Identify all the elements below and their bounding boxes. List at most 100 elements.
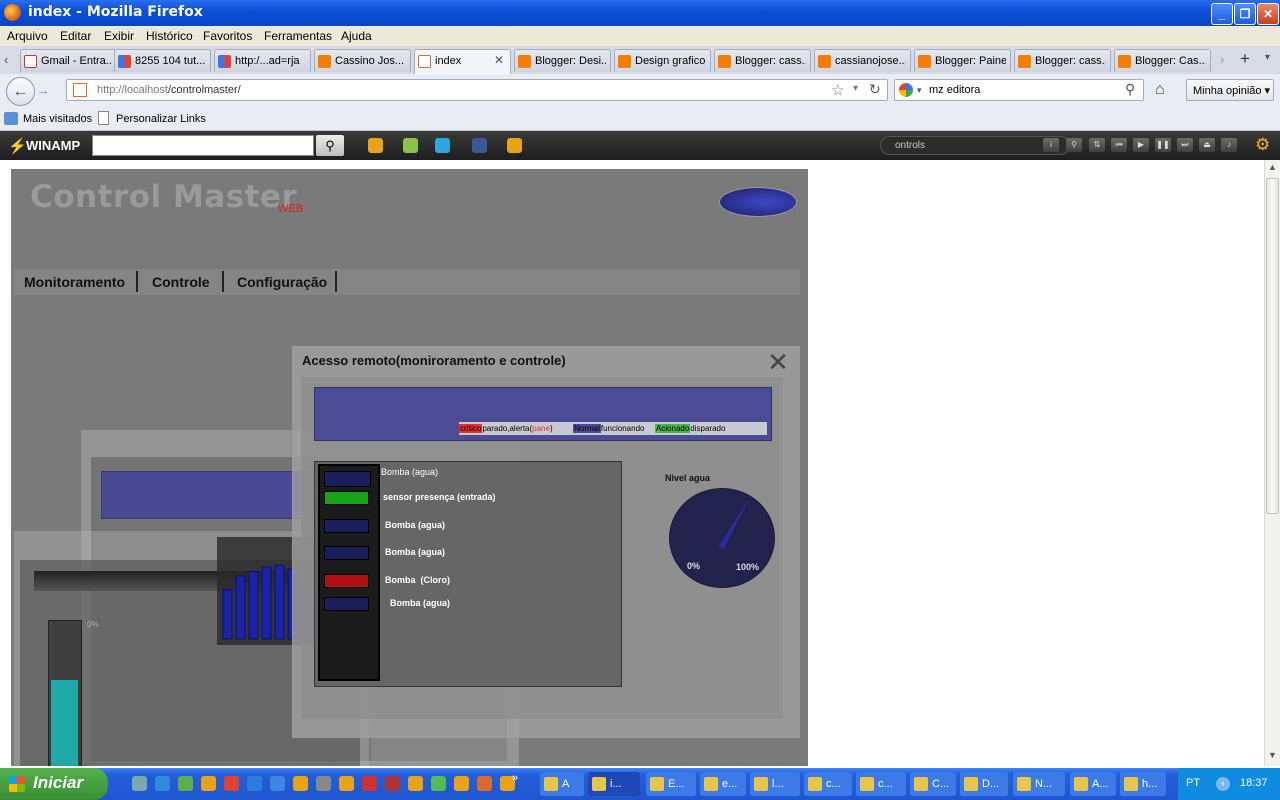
search-bar[interactable]: ▾ mz editora ⚲ bbox=[894, 79, 1144, 101]
quick-launch-icon[interactable] bbox=[385, 776, 400, 791]
winamp-find-icon[interactable]: ⚲ bbox=[1066, 138, 1082, 152]
minimize-button[interactable]: _ bbox=[1211, 3, 1233, 25]
scroll-thumb[interactable] bbox=[1266, 178, 1279, 514]
winamp-figure-icon[interactable] bbox=[368, 138, 383, 153]
aim-icon[interactable] bbox=[507, 138, 522, 153]
google-icon[interactable] bbox=[899, 83, 913, 97]
quick-launch-icon[interactable] bbox=[431, 776, 446, 791]
tab-5[interactable]: Blogger: Desi... bbox=[514, 49, 611, 72]
quick-launch-icon[interactable] bbox=[201, 776, 216, 791]
taskbar-task[interactable]: i... bbox=[588, 772, 640, 796]
bookmark-custom-links[interactable]: Personalizar Links bbox=[116, 113, 206, 125]
winamp-shuffle-icon[interactable]: ⇅ bbox=[1089, 138, 1105, 152]
taskbar-task[interactable]: c... bbox=[804, 772, 852, 796]
tray-expand-icon[interactable]: ‹ bbox=[1216, 777, 1230, 791]
taskbar-task[interactable]: E... bbox=[646, 772, 696, 796]
tab-1[interactable]: 8255 104 tut... bbox=[114, 49, 211, 72]
winamp-next-icon[interactable]: ⏭ bbox=[1177, 138, 1193, 152]
menu-ajuda[interactable]: Ajuda bbox=[341, 29, 372, 43]
device-indicator[interactable] bbox=[324, 546, 369, 560]
winamp-info-icon[interactable]: i bbox=[1043, 138, 1059, 152]
bookmark-star-icon[interactable]: ☆ bbox=[831, 81, 844, 99]
forward-arrow-icon[interactable]: → bbox=[36, 82, 50, 98]
android-icon[interactable] bbox=[403, 138, 418, 153]
tabs-scroll-right-icon[interactable]: › bbox=[1220, 52, 1224, 67]
device-indicator[interactable] bbox=[324, 574, 369, 588]
scroll-down-icon[interactable]: ▼ bbox=[1266, 750, 1279, 764]
search-icon[interactable]: ⚲ bbox=[1125, 81, 1135, 98]
taskbar-task[interactable]: A bbox=[540, 772, 584, 796]
tab-list-icon[interactable]: ▾ bbox=[1265, 52, 1270, 63]
engine-dropdown-icon[interactable]: ▾ bbox=[917, 85, 922, 96]
tab-close-icon[interactable]: ✕ bbox=[494, 53, 504, 67]
tab-6[interactable]: Design grafico bbox=[614, 49, 711, 72]
feedback-button[interactable]: Minha opinião ▾ bbox=[1186, 79, 1274, 101]
taskbar-task[interactable]: C... bbox=[910, 772, 956, 796]
quick-launch-icon[interactable] bbox=[316, 776, 331, 791]
menu-exibir[interactable]: Exibir bbox=[104, 29, 134, 43]
menu-ferramentas[interactable]: Ferramentas bbox=[264, 29, 332, 43]
tab-10[interactable]: Blogger: cass... bbox=[1014, 49, 1111, 72]
winamp-eject-icon[interactable]: ⏏ bbox=[1199, 138, 1215, 152]
new-tab-icon[interactable]: + bbox=[1240, 49, 1250, 69]
taskbar-task[interactable]: h... bbox=[1120, 772, 1166, 796]
menu-favoritos[interactable]: Favoritos bbox=[203, 29, 252, 43]
dialog-close-icon[interactable]: ✕ bbox=[765, 349, 791, 376]
tab-9[interactable]: Blogger: Painel bbox=[914, 49, 1011, 72]
winamp-volume-icon[interactable]: ♪ bbox=[1221, 138, 1237, 152]
menu-historico[interactable]: Histórico bbox=[146, 29, 193, 43]
quick-launch-icon[interactable] bbox=[477, 776, 492, 791]
taskbar-task[interactable]: c... bbox=[856, 772, 906, 796]
search-input[interactable]: mz editora bbox=[929, 84, 980, 96]
tabs-scroll-left-icon[interactable]: ‹ bbox=[4, 52, 8, 67]
scroll-up-icon[interactable]: ▲ bbox=[1266, 162, 1279, 176]
back-arrow-icon[interactable]: ← bbox=[6, 77, 35, 106]
quick-launch-icon[interactable] bbox=[224, 776, 239, 791]
quick-launch-icon[interactable] bbox=[362, 776, 377, 791]
winamp-search-input[interactable] bbox=[92, 135, 314, 156]
tab-8[interactable]: cassianojose... bbox=[814, 49, 911, 72]
reload-icon[interactable]: ↻ bbox=[869, 81, 881, 98]
menu-editar[interactable]: Editar bbox=[60, 29, 91, 43]
nav-controle[interactable]: Controle bbox=[152, 274, 210, 290]
start-button[interactable]: Iniciar bbox=[0, 768, 108, 800]
tab-4[interactable]: index ✕ bbox=[414, 49, 511, 74]
taskbar-task[interactable]: l... bbox=[750, 772, 800, 796]
quick-launch-icon[interactable] bbox=[155, 776, 170, 791]
taskbar-task[interactable]: A... bbox=[1070, 772, 1116, 796]
menu-arquivo[interactable]: Arquivo bbox=[7, 29, 48, 43]
maximize-button[interactable]: ❐ bbox=[1234, 3, 1256, 25]
tab-0[interactable]: Gmail - Entra... bbox=[20, 49, 117, 72]
winamp-pause-icon[interactable]: ❚❚ bbox=[1155, 138, 1171, 152]
winamp-settings-gear-icon[interactable]: ⚙ bbox=[1255, 135, 1270, 155]
device-indicator[interactable] bbox=[324, 519, 369, 533]
taskbar-task[interactable]: D... bbox=[960, 772, 1008, 796]
close-window-button[interactable]: ✕ bbox=[1257, 3, 1279, 25]
quick-launch-icon[interactable] bbox=[454, 776, 469, 791]
twitter-icon[interactable] bbox=[435, 138, 450, 153]
quick-launch-icon[interactable] bbox=[178, 776, 193, 791]
quick-launch-more-icon[interactable]: » bbox=[512, 772, 518, 784]
tab-11[interactable]: Blogger: Cas... bbox=[1114, 49, 1211, 72]
url-history-dropdown-icon[interactable]: ▾ bbox=[853, 83, 858, 94]
winamp-play-icon[interactable]: ▶ bbox=[1133, 138, 1149, 152]
home-icon[interactable]: ⌂ bbox=[1155, 81, 1165, 99]
bookmark-most-visited[interactable]: Mais visitados bbox=[23, 113, 92, 125]
taskbar-task[interactable]: e... bbox=[700, 772, 746, 796]
language-indicator[interactable]: PT bbox=[1186, 777, 1200, 789]
quick-launch-icon[interactable] bbox=[247, 776, 262, 791]
winamp-previous-icon[interactable]: ⏮ bbox=[1111, 138, 1127, 152]
tab-2[interactable]: http:/...ad=rja bbox=[214, 49, 311, 72]
device-indicator[interactable] bbox=[324, 491, 369, 505]
nav-configuracao[interactable]: Configuração bbox=[237, 274, 327, 290]
device-indicator[interactable] bbox=[324, 597, 369, 611]
quick-launch-icon[interactable] bbox=[293, 776, 308, 791]
url-bar[interactable]: http://localhost/controlmaster/ ☆ ▾ ↻ bbox=[66, 79, 888, 101]
page-scrollbar[interactable]: ▲ ▼ bbox=[1264, 160, 1280, 766]
facebook-icon[interactable] bbox=[472, 138, 487, 153]
quick-launch-icon[interactable] bbox=[132, 776, 147, 791]
nav-monitoramento[interactable]: Monitoramento bbox=[24, 274, 125, 290]
winamp-search-icon[interactable]: ⚲ bbox=[316, 135, 344, 156]
quick-launch-icon[interactable] bbox=[339, 776, 354, 791]
tab-7[interactable]: Blogger: cass... bbox=[714, 49, 811, 72]
